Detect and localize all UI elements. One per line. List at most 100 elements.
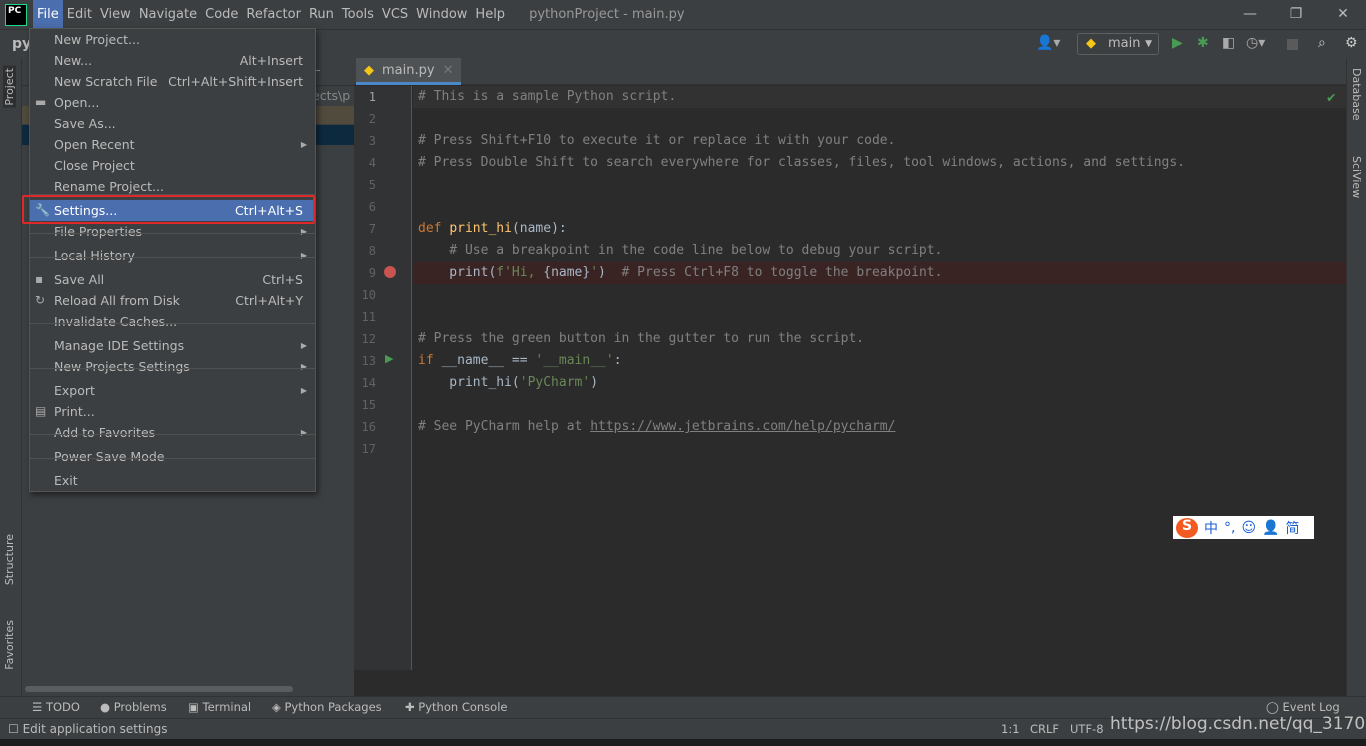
- tab-favorites[interactable]: Favorites: [3, 620, 16, 670]
- menu-item-shortcut: Alt+Insert: [239, 53, 303, 68]
- menu-item-new-project[interactable]: New Project...: [30, 29, 315, 50]
- menu-navigate[interactable]: Navigate: [135, 0, 201, 29]
- tab-database[interactable]: Database: [1350, 68, 1363, 121]
- user-icon[interactable]: 👤: [1262, 520, 1279, 536]
- caret-position[interactable]: 1:1: [1001, 722, 1020, 736]
- menu-item-exit[interactable]: Exit: [30, 470, 315, 491]
- code-line: # Press the green button in the gutter t…: [418, 328, 864, 350]
- line-number: 6: [368, 200, 376, 214]
- menu-item-new-projects-settings[interactable]: New Projects Settings ▶: [30, 356, 315, 377]
- search-icon[interactable]: ⌕: [1318, 35, 1326, 51]
- profile-icon[interactable]: ◷▾: [1246, 35, 1265, 51]
- tab-structure[interactable]: Structure: [3, 534, 16, 585]
- debug-icon[interactable]: ✱: [1197, 35, 1209, 51]
- line-separator[interactable]: CRLF: [1030, 722, 1059, 736]
- menu-item-local-history[interactable]: Local History ▶: [30, 245, 315, 266]
- gear-icon[interactable]: ⚙: [1345, 35, 1358, 51]
- stop-icon[interactable]: [1287, 39, 1298, 50]
- menu-item-open[interactable]: ▬ Open...: [30, 92, 315, 113]
- line-number: 9: [368, 266, 376, 280]
- event-log-button[interactable]: ◯ Event Log: [1266, 700, 1340, 714]
- menu-item-export[interactable]: Export ▶: [30, 380, 315, 401]
- highlight-box: [22, 195, 315, 224]
- menu-item-file-properties[interactable]: File Properties ▶: [30, 221, 315, 242]
- ime-simplified[interactable]: 简: [1286, 518, 1300, 538]
- menu-vcs[interactable]: VCS: [378, 0, 412, 29]
- code-token: ): [590, 375, 599, 390]
- menu-run[interactable]: Run: [305, 0, 338, 29]
- menu-help[interactable]: Help: [471, 0, 509, 29]
- file-menu: New Project... New... Alt+Insert New Scratc…: [29, 28, 316, 492]
- menu-item-print[interactable]: ▤ Print...: [30, 401, 315, 422]
- tab-problems[interactable]: ● Problems: [100, 700, 167, 714]
- menu-item-manage-ide-settings[interactable]: Manage IDE Settings ▶: [30, 335, 315, 356]
- sogou-logo-icon: S: [1176, 517, 1198, 538]
- file-encoding[interactable]: UTF-8: [1070, 722, 1104, 736]
- code-token: {name}: [543, 265, 591, 280]
- emoji-icon[interactable]: ☺: [1241, 520, 1256, 536]
- code-token: # This is a sample Python script.: [418, 89, 677, 104]
- close-button[interactable]: ✕: [1320, 0, 1366, 29]
- menu-item-label: New Projects Settings: [54, 359, 190, 374]
- code-editor[interactable]: ✔ # This is a sample Python script. # Pre…: [413, 86, 1346, 670]
- run-gutter-icon[interactable]: ▶: [385, 352, 393, 365]
- taskbar: [0, 739, 1366, 746]
- menu-refactor[interactable]: Refactor: [242, 0, 305, 29]
- status-message: ☐ Edit application settings: [8, 722, 168, 736]
- menu-item-invalidate-caches[interactable]: Invalidate Caches...: [30, 311, 315, 332]
- line-number: 14: [361, 376, 376, 390]
- code-token: def: [418, 221, 450, 236]
- menu-separator: [30, 368, 315, 369]
- breakpoint-icon[interactable]: [384, 266, 396, 278]
- menu-edit[interactable]: Edit: [63, 0, 96, 29]
- tab-project[interactable]: Project: [3, 66, 16, 108]
- tab-main-py[interactable]: ◆ main.py ✕: [356, 58, 462, 85]
- menu-item-close-project[interactable]: Close Project: [30, 155, 315, 176]
- menu-item-open-recent[interactable]: Open Recent ▶: [30, 134, 315, 155]
- close-tab-icon[interactable]: ✕: [443, 63, 454, 78]
- line-number: 15: [361, 398, 376, 412]
- code-token: 'PyCharm': [519, 375, 591, 390]
- coverage-icon[interactable]: ◧: [1222, 35, 1235, 51]
- menu-item-label: Open...: [54, 95, 100, 110]
- menu-window[interactable]: Window: [412, 0, 471, 29]
- line-number: 4: [368, 156, 376, 170]
- menu-item-reload-all-from-disk[interactable]: ↻ Reload All from Disk Ctrl+Alt+Y: [30, 290, 315, 311]
- maximize-button[interactable]: ❐: [1273, 0, 1319, 29]
- code-token: # Press Shift+F10 to execute it or repla…: [418, 133, 896, 148]
- python-icon: ◆: [1086, 36, 1096, 51]
- tab-python-packages[interactable]: ◈ Python Packages: [272, 700, 382, 714]
- ime-toolbar[interactable]: S 中 °, ☺ 👤 简: [1173, 516, 1314, 539]
- menu-code[interactable]: Code: [201, 0, 242, 29]
- menu-item-shortcut: Ctrl+Alt+Shift+Insert: [168, 74, 303, 89]
- run-icon[interactable]: ▶: [1172, 35, 1183, 51]
- menu-item-save-all[interactable]: ▪ Save All Ctrl+S: [30, 269, 315, 290]
- menu-separator: [30, 323, 315, 324]
- menu-item-label: Save As...: [54, 116, 116, 131]
- menu-item-new[interactable]: New... Alt+Insert: [30, 50, 315, 71]
- horizontal-scrollbar[interactable]: [25, 686, 293, 692]
- code-line: print_hi('PyCharm'): [418, 372, 598, 394]
- code-token[interactable]: https://www.jetbrains.com/help/pycharm/: [590, 419, 895, 434]
- ime-mode[interactable]: 中: [1204, 518, 1218, 538]
- menu-item-new-scratch-file[interactable]: New Scratch File Ctrl+Alt+Shift+Insert: [30, 71, 315, 92]
- tab-terminal[interactable]: ▣ Terminal: [188, 700, 251, 714]
- tab-python-console[interactable]: ✚ Python Console: [405, 700, 507, 714]
- menu-file[interactable]: File: [33, 0, 63, 29]
- vcs-user-icon[interactable]: 👤▾: [1036, 35, 1060, 51]
- menu-item-save-as[interactable]: Save As...: [30, 113, 315, 134]
- editor-tabs: ◆ main.py ✕: [354, 58, 1346, 85]
- tab-todo[interactable]: ☰ TODO: [32, 700, 80, 714]
- code-line: # See PyCharm help at https://www.jetbra…: [418, 416, 895, 438]
- ime-punct[interactable]: °,: [1224, 520, 1235, 536]
- run-config-select[interactable]: ◆ main ▼: [1077, 33, 1159, 55]
- menu-item-power-save-mode[interactable]: Power Save Mode: [30, 446, 315, 467]
- menu-item-label: File Properties: [54, 224, 143, 239]
- menu-tools[interactable]: Tools: [338, 0, 378, 29]
- tab-sciview[interactable]: SciView: [1350, 156, 1363, 198]
- menu-item-label: Save All: [54, 272, 105, 287]
- menu-item-add-to-favorites[interactable]: Add to Favorites ▶: [30, 422, 315, 443]
- menu-view[interactable]: View: [96, 0, 135, 29]
- menu-item-label: Open Recent: [54, 137, 135, 152]
- minimize-button[interactable]: —: [1227, 0, 1273, 29]
